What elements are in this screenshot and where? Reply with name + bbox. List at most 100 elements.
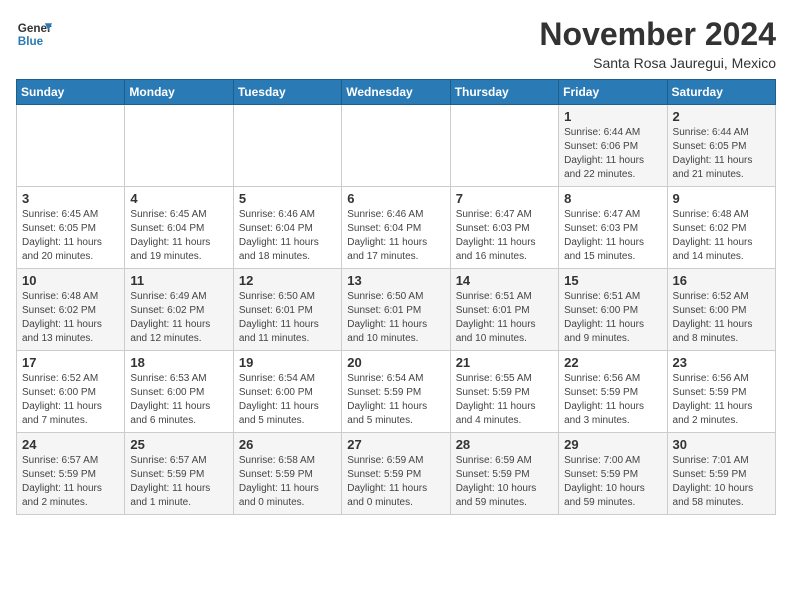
day-number: 10	[22, 273, 119, 288]
calendar-cell: 7 Sunrise: 6:47 AM Sunset: 6:03 PM Daylig…	[450, 187, 558, 269]
calendar-cell: 2 Sunrise: 6:44 AM Sunset: 6:05 PM Daylig…	[667, 105, 775, 187]
day-info: Sunrise: 6:48 AM Sunset: 6:02 PM Dayligh…	[673, 208, 770, 264]
day-number: 11	[130, 273, 227, 288]
calendar-cell: 21 Sunrise: 6:55 AM Sunset: 5:59 PM Dayli…	[450, 351, 558, 433]
week-row-4: 17 Sunrise: 6:52 AM Sunset: 6:00 PM Dayli…	[17, 351, 776, 433]
day-number: 3	[22, 191, 119, 206]
day-number: 22	[564, 355, 661, 370]
day-info: Sunrise: 6:50 AM Sunset: 6:01 PM Dayligh…	[347, 290, 444, 346]
calendar-header-monday: Monday	[125, 80, 233, 105]
day-info: Sunrise: 6:58 AM Sunset: 5:59 PM Dayligh…	[239, 454, 336, 510]
logo-icon: General Blue	[16, 16, 52, 52]
day-info: Sunrise: 6:56 AM Sunset: 5:59 PM Dayligh…	[673, 372, 770, 428]
calendar-cell: 24 Sunrise: 6:57 AM Sunset: 5:59 PM Dayli…	[17, 433, 125, 515]
day-info: Sunrise: 6:54 AM Sunset: 5:59 PM Dayligh…	[347, 372, 444, 428]
title-area: November 2024 Santa Rosa Jauregui, Mexic…	[539, 16, 776, 71]
calendar-cell: 19 Sunrise: 6:54 AM Sunset: 6:00 PM Dayli…	[233, 351, 341, 433]
day-info: Sunrise: 6:44 AM Sunset: 6:05 PM Dayligh…	[673, 126, 770, 182]
calendar-header-row: SundayMondayTuesdayWednesdayThursdayFrid…	[17, 80, 776, 105]
calendar-cell	[17, 105, 125, 187]
week-row-3: 10 Sunrise: 6:48 AM Sunset: 6:02 PM Dayli…	[17, 269, 776, 351]
calendar-cell: 28Sunrise: 6:59 AM Sunset: 5:59 PM Dayli…	[450, 433, 558, 515]
calendar-cell: 1 Sunrise: 6:44 AM Sunset: 6:06 PM Daylig…	[559, 105, 667, 187]
calendar-cell: 10 Sunrise: 6:48 AM Sunset: 6:02 PM Dayli…	[17, 269, 125, 351]
day-number: 21	[456, 355, 553, 370]
day-number: 29	[564, 437, 661, 452]
day-number: 4	[130, 191, 227, 206]
week-row-1: 1 Sunrise: 6:44 AM Sunset: 6:06 PM Daylig…	[17, 105, 776, 187]
calendar-cell: 27Sunrise: 6:59 AM Sunset: 5:59 PM Dayli…	[342, 433, 450, 515]
day-info: Sunrise: 6:57 AM Sunset: 5:59 PM Dayligh…	[22, 454, 119, 510]
calendar-cell: 5 Sunrise: 6:46 AM Sunset: 6:04 PM Daylig…	[233, 187, 341, 269]
calendar-cell	[233, 105, 341, 187]
calendar-cell: 20 Sunrise: 6:54 AM Sunset: 5:59 PM Dayli…	[342, 351, 450, 433]
day-number: 16	[673, 273, 770, 288]
day-info: Sunrise: 6:54 AM Sunset: 6:00 PM Dayligh…	[239, 372, 336, 428]
calendar-cell: 6Sunrise: 6:46 AM Sunset: 6:04 PM Daylig…	[342, 187, 450, 269]
month-title: November 2024	[539, 16, 776, 53]
day-number: 28	[456, 437, 553, 452]
calendar-header-tuesday: Tuesday	[233, 80, 341, 105]
calendar-cell: 26Sunrise: 6:58 AM Sunset: 5:59 PM Dayli…	[233, 433, 341, 515]
day-info: Sunrise: 6:46 AM Sunset: 6:04 PM Dayligh…	[239, 208, 336, 264]
day-info: Sunrise: 6:52 AM Sunset: 6:00 PM Dayligh…	[673, 290, 770, 346]
day-number: 18	[130, 355, 227, 370]
day-info: Sunrise: 6:51 AM Sunset: 6:00 PM Dayligh…	[564, 290, 661, 346]
day-info: Sunrise: 7:01 AM Sunset: 5:59 PM Dayligh…	[673, 454, 770, 510]
day-number: 17	[22, 355, 119, 370]
day-info: Sunrise: 6:56 AM Sunset: 5:59 PM Dayligh…	[564, 372, 661, 428]
calendar-cell: 4Sunrise: 6:45 AM Sunset: 6:04 PM Daylig…	[125, 187, 233, 269]
calendar-cell: 8 Sunrise: 6:47 AM Sunset: 6:03 PM Daylig…	[559, 187, 667, 269]
day-info: Sunrise: 6:52 AM Sunset: 6:00 PM Dayligh…	[22, 372, 119, 428]
day-info: Sunrise: 6:59 AM Sunset: 5:59 PM Dayligh…	[347, 454, 444, 510]
calendar-cell: 11Sunrise: 6:49 AM Sunset: 6:02 PM Dayli…	[125, 269, 233, 351]
day-number: 23	[673, 355, 770, 370]
location: Santa Rosa Jauregui, Mexico	[539, 55, 776, 71]
day-number: 19	[239, 355, 336, 370]
day-info: Sunrise: 6:51 AM Sunset: 6:01 PM Dayligh…	[456, 290, 553, 346]
day-number: 2	[673, 109, 770, 124]
calendar-header-saturday: Saturday	[667, 80, 775, 105]
day-number: 25	[130, 437, 227, 452]
calendar-cell: 30 Sunrise: 7:01 AM Sunset: 5:59 PM Dayli…	[667, 433, 775, 515]
calendar-cell: 17 Sunrise: 6:52 AM Sunset: 6:00 PM Dayli…	[17, 351, 125, 433]
day-info: Sunrise: 6:50 AM Sunset: 6:01 PM Dayligh…	[239, 290, 336, 346]
calendar-cell: 18Sunrise: 6:53 AM Sunset: 6:00 PM Dayli…	[125, 351, 233, 433]
page-header: General Blue November 2024 Santa Rosa Ja…	[16, 16, 776, 71]
calendar-cell: 14 Sunrise: 6:51 AM Sunset: 6:01 PM Dayli…	[450, 269, 558, 351]
day-number: 9	[673, 191, 770, 206]
calendar-header-friday: Friday	[559, 80, 667, 105]
day-info: Sunrise: 6:57 AM Sunset: 5:59 PM Dayligh…	[130, 454, 227, 510]
calendar-header-thursday: Thursday	[450, 80, 558, 105]
day-number: 24	[22, 437, 119, 452]
day-number: 30	[673, 437, 770, 452]
calendar-cell: 16 Sunrise: 6:52 AM Sunset: 6:00 PM Dayli…	[667, 269, 775, 351]
calendar-cell: 22 Sunrise: 6:56 AM Sunset: 5:59 PM Dayli…	[559, 351, 667, 433]
day-info: Sunrise: 6:47 AM Sunset: 6:03 PM Dayligh…	[456, 208, 553, 264]
day-number: 1	[564, 109, 661, 124]
day-info: Sunrise: 6:48 AM Sunset: 6:02 PM Dayligh…	[22, 290, 119, 346]
logo: General Blue	[16, 16, 52, 52]
calendar-header-sunday: Sunday	[17, 80, 125, 105]
day-info: Sunrise: 6:44 AM Sunset: 6:06 PM Dayligh…	[564, 126, 661, 182]
calendar-cell: 13Sunrise: 6:50 AM Sunset: 6:01 PM Dayli…	[342, 269, 450, 351]
calendar-cell: 3 Sunrise: 6:45 AM Sunset: 6:05 PM Daylig…	[17, 187, 125, 269]
calendar-cell: 15 Sunrise: 6:51 AM Sunset: 6:00 PM Dayli…	[559, 269, 667, 351]
week-row-2: 3 Sunrise: 6:45 AM Sunset: 6:05 PM Daylig…	[17, 187, 776, 269]
week-row-5: 24 Sunrise: 6:57 AM Sunset: 5:59 PM Dayli…	[17, 433, 776, 515]
day-number: 5	[239, 191, 336, 206]
calendar-cell	[342, 105, 450, 187]
day-number: 14	[456, 273, 553, 288]
calendar-cell: 12Sunrise: 6:50 AM Sunset: 6:01 PM Dayli…	[233, 269, 341, 351]
day-number: 8	[564, 191, 661, 206]
calendar-cell: 29 Sunrise: 7:00 AM Sunset: 5:59 PM Dayli…	[559, 433, 667, 515]
day-number: 7	[456, 191, 553, 206]
day-info: Sunrise: 7:00 AM Sunset: 5:59 PM Dayligh…	[564, 454, 661, 510]
day-number: 15	[564, 273, 661, 288]
day-info: Sunrise: 6:47 AM Sunset: 6:03 PM Dayligh…	[564, 208, 661, 264]
day-number: 6	[347, 191, 444, 206]
day-info: Sunrise: 6:55 AM Sunset: 5:59 PM Dayligh…	[456, 372, 553, 428]
day-info: Sunrise: 6:45 AM Sunset: 6:05 PM Dayligh…	[22, 208, 119, 264]
svg-text:Blue: Blue	[18, 35, 44, 48]
day-number: 20	[347, 355, 444, 370]
